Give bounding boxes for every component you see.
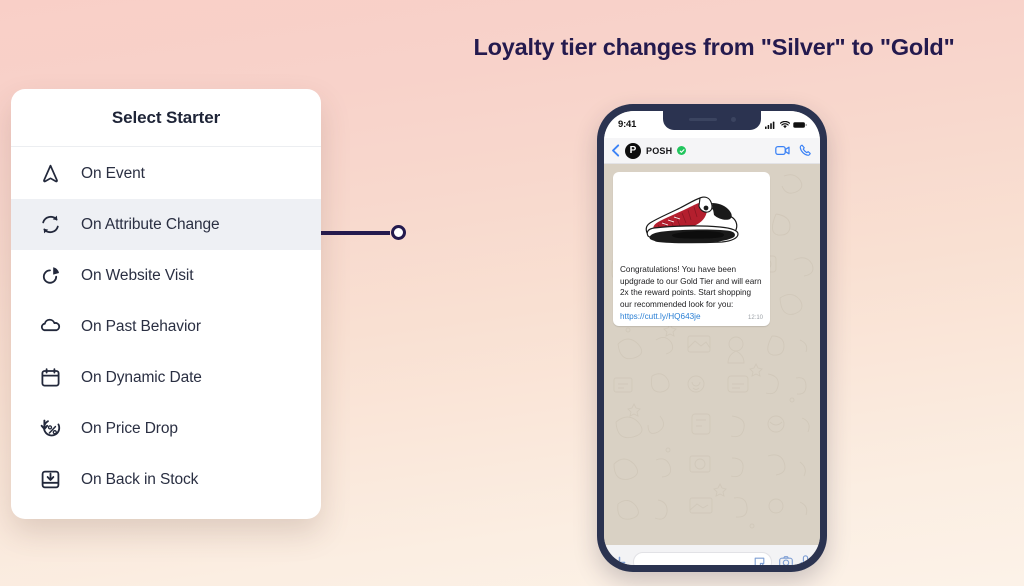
menu-item-on-dynamic-date[interactable]: On Dynamic Date (11, 352, 321, 403)
message-input-bar (604, 545, 820, 565)
menu-item-on-price-drop[interactable]: On Price Drop (11, 403, 321, 454)
pie-chart-icon (39, 264, 62, 287)
product-image-sneaker[interactable] (618, 177, 765, 259)
starter-menu-list: On Event On Attribute Change On Website … (11, 147, 321, 505)
connector-endpoint-dot[interactable] (391, 225, 406, 240)
menu-item-label: On Event (81, 164, 145, 182)
chevron-left-icon[interactable] (611, 144, 620, 157)
menu-item-label: On Past Behavior (81, 317, 201, 335)
connector-line (318, 231, 390, 235)
back-in-stock-icon (39, 468, 62, 491)
status-icons (765, 116, 807, 134)
menu-item-on-attribute-change[interactable]: On Attribute Change (11, 199, 321, 250)
chat-body: Congratulations! You have been updgrade … (604, 164, 820, 545)
chat-message-bubble[interactable]: Congratulations! You have been updgrade … (613, 172, 770, 327)
microphone-icon[interactable] (800, 555, 811, 565)
notch-speaker-icon (688, 117, 717, 121)
status-bar: 9:41 (604, 111, 820, 138)
card-header: Select Starter (11, 89, 321, 147)
wifi-icon (779, 116, 790, 134)
phone-call-icon[interactable] (799, 144, 812, 157)
avatar[interactable]: P (625, 142, 641, 159)
sticker-icon[interactable] (754, 557, 765, 565)
battery-icon (793, 116, 807, 134)
message-link[interactable]: https://cutt.ly/HQ643je (620, 312, 701, 321)
contact-name: POSH (646, 145, 673, 156)
menu-item-on-event[interactable]: On Event (11, 148, 321, 199)
screenshot-canvas: Loyalty tier changes from "Silver" to "G… (0, 0, 1024, 586)
phone-mockup: 9:41 P POSH Congratulations! You have be… (597, 104, 827, 572)
price-drop-icon (39, 417, 62, 440)
plus-icon[interactable] (613, 556, 626, 565)
status-time: 9:41 (618, 119, 637, 130)
connector (318, 225, 406, 240)
header-actions (775, 144, 812, 157)
cloud-icon (39, 315, 62, 338)
phone-notch (663, 111, 761, 130)
menu-item-label: On Website Visit (81, 266, 194, 284)
refresh-cycle-icon (39, 213, 62, 236)
calendar-icon (39, 366, 62, 389)
message-timestamp: 12:10 (747, 314, 763, 321)
video-call-icon[interactable] (775, 145, 790, 156)
select-starter-card: Select Starter On Event On Attribute Cha… (11, 89, 321, 519)
message-input-field[interactable] (633, 552, 772, 565)
camera-icon[interactable] (779, 556, 793, 565)
verified-badge-icon (677, 146, 687, 155)
chat-header: P POSH (604, 138, 820, 164)
menu-item-label: On Back in Stock (81, 470, 199, 488)
message-text: Congratulations! You have been updgrade … (618, 264, 765, 322)
navigation-arrow-icon (39, 162, 62, 185)
menu-item-label: On Dynamic Date (81, 368, 202, 386)
notch-camera-icon (730, 116, 736, 122)
menu-item-on-back-in-stock[interactable]: On Back in Stock (11, 454, 321, 505)
message-body: Congratulations! You have been updgrade … (620, 265, 762, 309)
cellular-signal-icon (765, 116, 776, 134)
menu-item-label: On Price Drop (81, 419, 178, 437)
card-title: Select Starter (111, 107, 221, 127)
phone-screen: 9:41 P POSH Congratulations! You have be… (604, 111, 820, 565)
menu-item-on-website-visit[interactable]: On Website Visit (11, 250, 321, 301)
page-title: Loyalty tier changes from "Silver" to "G… (473, 34, 955, 60)
menu-item-label: On Attribute Change (81, 215, 220, 233)
menu-item-on-past-behavior[interactable]: On Past Behavior (11, 301, 321, 352)
